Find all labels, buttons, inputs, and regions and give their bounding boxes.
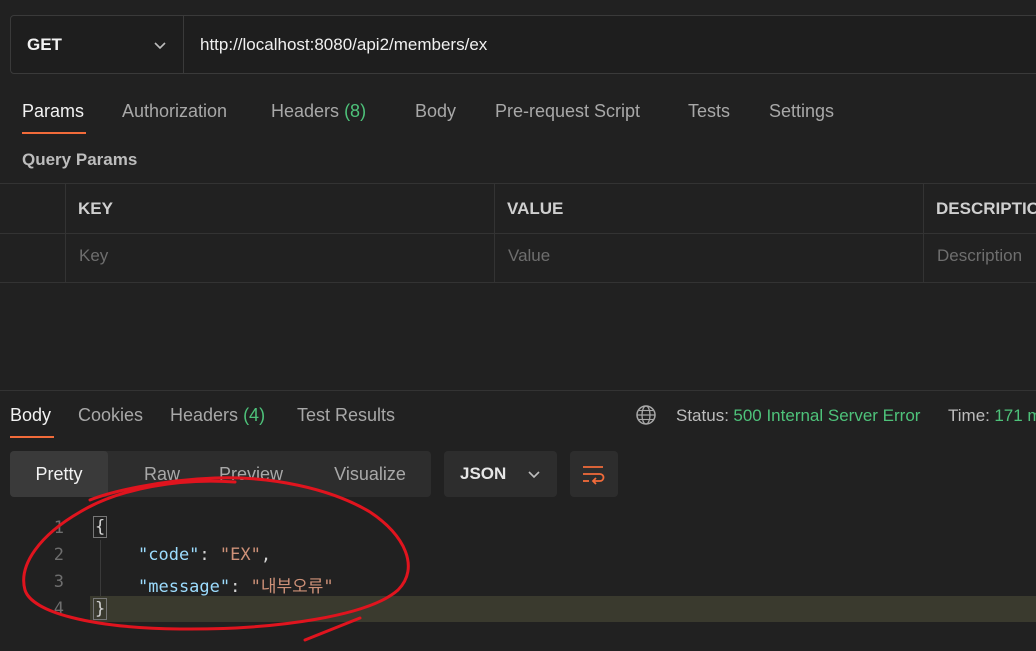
table-col-divider	[923, 183, 924, 283]
format-label: JSON	[460, 464, 507, 483]
line-number: 2	[53, 545, 64, 565]
tab-params-underline	[22, 132, 86, 134]
response-tab-body-underline	[10, 436, 54, 438]
format-select[interactable]: JSON	[444, 451, 557, 497]
chevron-down-icon	[154, 41, 166, 49]
response-tab-headers[interactable]: Headers (4)	[170, 405, 265, 426]
column-header-key: KEY	[78, 199, 113, 218]
tab-settings[interactable]: Settings	[769, 101, 834, 122]
wrap-lines-icon	[583, 466, 605, 485]
current-line-highlight	[90, 596, 1036, 622]
tab-headers-label: Headers	[271, 101, 340, 121]
response-tab-headers-count: (4)	[243, 405, 266, 425]
method-label: GET	[27, 34, 62, 54]
line-number: 1	[53, 518, 64, 538]
chevron-down-icon	[528, 471, 540, 479]
view-raw-button[interactable]: Raw	[108, 451, 216, 497]
time-value[interactable]: 171 m	[994, 406, 1036, 425]
json-key: "message"	[138, 577, 231, 597]
view-pretty-button[interactable]: Pretty	[10, 451, 108, 497]
tab-tests[interactable]: Tests	[688, 101, 730, 122]
response-tab-headers-label: Headers	[170, 405, 239, 425]
time-readout: Time: 171 m	[948, 406, 1036, 426]
query-params-title: Query Params	[22, 150, 138, 169]
tab-authorization[interactable]: Authorization	[122, 101, 227, 122]
response-divider	[0, 390, 1036, 391]
status-readout: Status: 500 Internal Server Error	[676, 406, 920, 426]
status-code[interactable]: 500 Internal Server Error	[733, 406, 920, 425]
column-header-description: DESCRIPTIO	[936, 199, 1036, 218]
response-tab-body[interactable]: Body	[10, 405, 51, 426]
line-number: 4	[53, 599, 64, 619]
json-value: "내부오류"	[250, 577, 334, 597]
view-visualize-button[interactable]: Visualize	[316, 451, 424, 497]
tab-params[interactable]: Params	[22, 101, 84, 122]
table-header-border	[0, 233, 1036, 234]
table-col-divider	[65, 183, 66, 283]
indent-guide	[100, 540, 101, 596]
status-label: Status:	[676, 406, 729, 425]
response-tab-test-results[interactable]: Test Results	[297, 405, 395, 426]
table-col-divider	[494, 183, 495, 283]
description-input[interactable]: Description	[937, 246, 1022, 266]
json-key: "code"	[138, 545, 200, 565]
line-number: 3	[53, 572, 64, 592]
column-header-value: VALUE	[507, 199, 564, 218]
json-value: "EX"	[219, 545, 261, 565]
table-bottom-border	[0, 282, 1036, 283]
globe-icon[interactable]	[635, 404, 657, 426]
tab-headers[interactable]: Headers (8)	[271, 101, 366, 122]
key-input[interactable]: Key	[79, 246, 108, 266]
code-brace-open: {	[93, 516, 108, 538]
wrap-lines-button[interactable]	[570, 451, 618, 497]
tab-headers-count: (8)	[344, 101, 367, 121]
value-input[interactable]: Value	[508, 246, 550, 266]
response-tab-cookies[interactable]: Cookies	[78, 405, 143, 426]
view-mode-selector: Pretty Raw Preview Visualize	[10, 451, 431, 497]
code-line[interactable]: "message": "내부오류"	[138, 572, 334, 597]
code-brace-close: }	[93, 598, 108, 620]
request-bar: GET http://localhost:8080/api2/members/e…	[10, 15, 1036, 74]
tab-pre-request-script[interactable]: Pre-request Script	[495, 101, 640, 122]
code-line[interactable]: "code": "EX",	[138, 545, 271, 565]
table-top-border	[0, 183, 1036, 184]
method-select[interactable]: GET	[11, 16, 184, 73]
time-label: Time:	[948, 406, 990, 425]
url-input[interactable]: http://localhost:8080/api2/members/ex	[184, 35, 487, 55]
view-preview-button[interactable]: Preview	[206, 451, 296, 497]
tab-body[interactable]: Body	[415, 101, 456, 122]
